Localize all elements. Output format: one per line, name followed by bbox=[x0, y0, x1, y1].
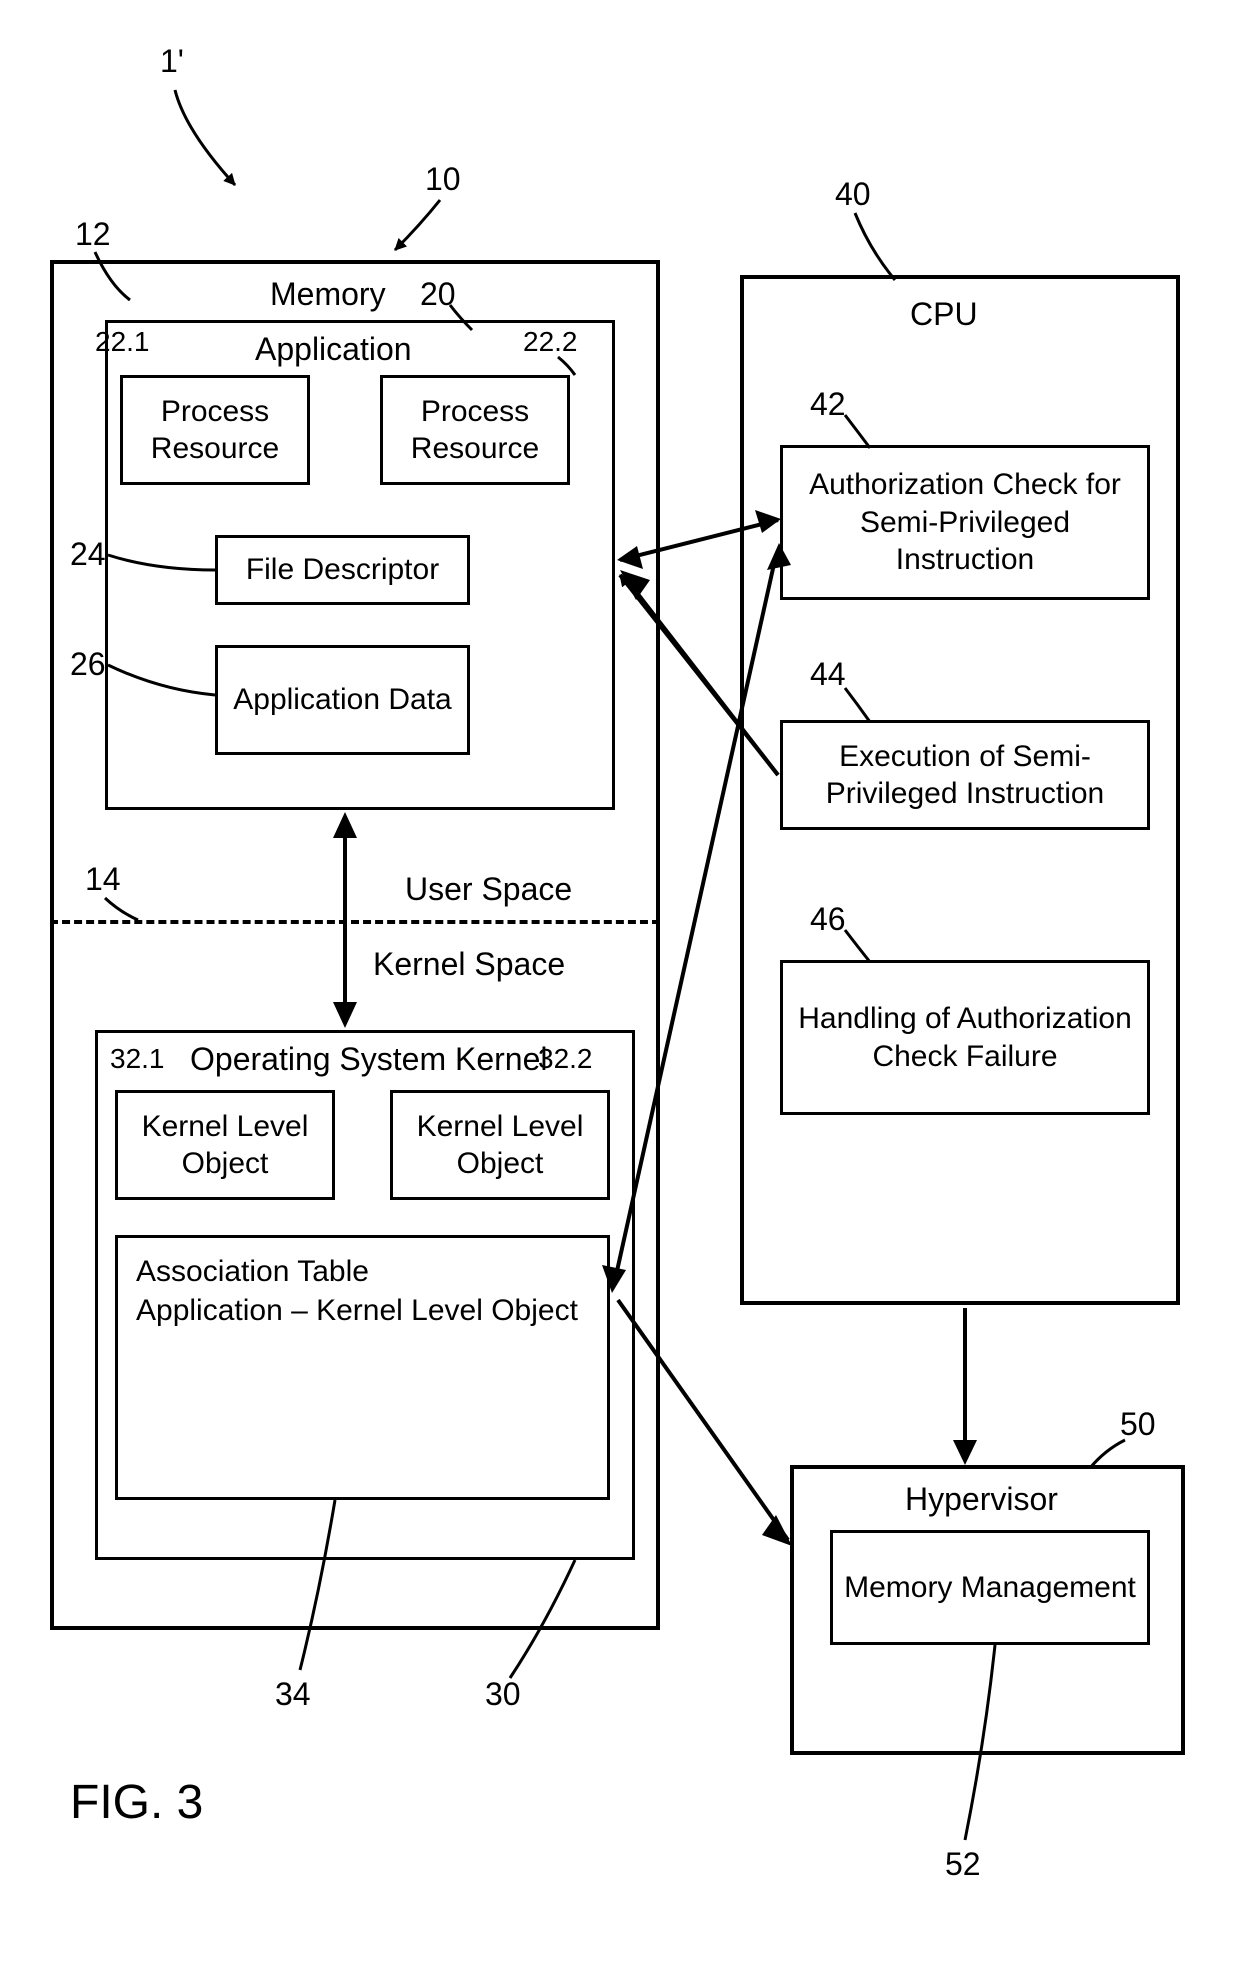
process-resource-1-label: Process Resource bbox=[129, 393, 301, 468]
ref-20: 20 bbox=[420, 275, 456, 313]
memory-title: Memory bbox=[270, 275, 386, 313]
hypervisor-mm-label: Memory Management bbox=[844, 1569, 1136, 1607]
kernel-space-label: Kernel Space bbox=[373, 945, 565, 983]
process-resource-2: Process Resource bbox=[380, 375, 570, 485]
ref-32-1: 32.1 bbox=[110, 1042, 165, 1076]
ref-46: 46 bbox=[810, 900, 846, 938]
association-table: Association Table Application – Kernel L… bbox=[115, 1235, 610, 1500]
kernel-obj-1-label: Kernel Level Object bbox=[124, 1108, 326, 1183]
ref-44: 44 bbox=[810, 655, 846, 693]
diagram-canvas: 1' 10 12 40 Memory User Space Kernel Spa… bbox=[0, 0, 1240, 1973]
ref-52: 52 bbox=[945, 1845, 981, 1883]
cpu-auth-check-label: Authorization Check for Semi-Privileged … bbox=[789, 466, 1141, 579]
kernel-obj-2: Kernel Level Object bbox=[390, 1090, 610, 1200]
cpu-fail-handle-label: Handling of Authorization Check Failure bbox=[789, 1000, 1141, 1075]
ref-34: 34 bbox=[275, 1675, 311, 1713]
application-title: Application bbox=[255, 330, 412, 368]
ref-26: 26 bbox=[70, 645, 106, 683]
os-kernel-title: Operating System Kernel bbox=[190, 1040, 548, 1078]
ref-50: 50 bbox=[1120, 1405, 1156, 1443]
ref-24: 24 bbox=[70, 535, 106, 573]
application-data-label: Application Data bbox=[233, 681, 451, 719]
cpu-fail-handle: Handling of Authorization Check Failure bbox=[780, 960, 1150, 1115]
application-data: Application Data bbox=[215, 645, 470, 755]
cpu-title: CPU bbox=[910, 295, 978, 333]
hypervisor-title: Hypervisor bbox=[905, 1480, 1058, 1518]
assoc-line2: Application – Kernel Level Object bbox=[136, 1291, 589, 1330]
cpu-auth-check: Authorization Check for Semi-Privileged … bbox=[780, 445, 1150, 600]
ref-1prime: 1' bbox=[160, 42, 184, 80]
ref-42: 42 bbox=[810, 385, 846, 423]
file-descriptor-label: File Descriptor bbox=[246, 551, 439, 589]
cpu-exec-label: Execution of Semi-Privileged Instruction bbox=[789, 738, 1141, 813]
ref-40: 40 bbox=[835, 175, 871, 213]
file-descriptor: File Descriptor bbox=[215, 535, 470, 605]
ref-30: 30 bbox=[485, 1675, 521, 1713]
process-resource-2-label: Process Resource bbox=[389, 393, 561, 468]
kernel-obj-2-label: Kernel Level Object bbox=[399, 1108, 601, 1183]
ref-12: 12 bbox=[75, 215, 111, 253]
ref-10: 10 bbox=[425, 160, 461, 198]
ref-32-2: 32.2 bbox=[538, 1042, 593, 1076]
user-kernel-divider bbox=[50, 920, 660, 924]
cpu-exec: Execution of Semi-Privileged Instruction bbox=[780, 720, 1150, 830]
kernel-obj-1: Kernel Level Object bbox=[115, 1090, 335, 1200]
ref-22-1: 22.1 bbox=[95, 325, 150, 359]
hypervisor-mm: Memory Management bbox=[830, 1530, 1150, 1645]
ref-22-2: 22.2 bbox=[523, 325, 578, 359]
figure-label: FIG. 3 bbox=[70, 1775, 203, 1830]
ref-14: 14 bbox=[85, 860, 121, 898]
assoc-line1: Association Table bbox=[136, 1252, 589, 1291]
process-resource-1: Process Resource bbox=[120, 375, 310, 485]
user-space-label: User Space bbox=[405, 870, 572, 908]
